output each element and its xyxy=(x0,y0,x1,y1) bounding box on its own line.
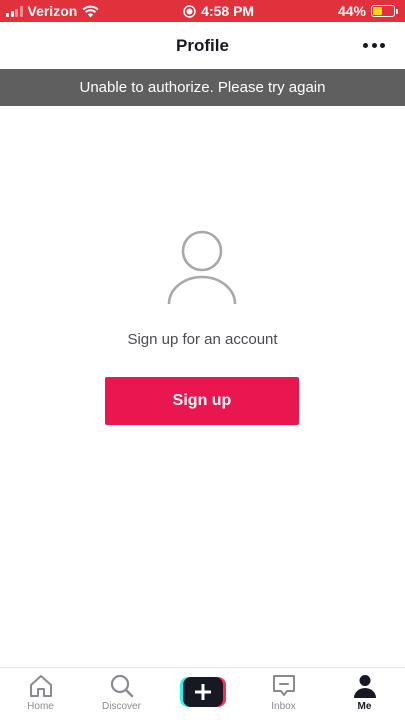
user-outline-icon xyxy=(167,230,237,305)
carrier-name: Verizon xyxy=(27,3,78,19)
signup-prompt: Sign up for an account xyxy=(127,331,278,348)
error-message: Unable to authorize. Please try again xyxy=(79,79,326,96)
nav-inbox-label: Inbox xyxy=(271,701,296,712)
plus-icon xyxy=(194,684,211,700)
recording-icon xyxy=(183,4,196,18)
nav-home-label: Home xyxy=(27,701,54,712)
bottom-nav: Home Discover Inbox Me xyxy=(0,667,405,720)
clock: 4:58 PM xyxy=(201,3,255,19)
wifi-icon xyxy=(82,5,99,17)
more-options-icon[interactable] xyxy=(363,38,385,52)
sign-up-button[interactable]: Sign up xyxy=(105,377,299,425)
ellipsis-dot xyxy=(363,42,368,48)
inbox-icon xyxy=(272,675,295,696)
status-center: 4:58 PM xyxy=(183,3,254,19)
ellipsis-dot xyxy=(371,42,377,48)
signal-icon xyxy=(6,5,23,17)
ellipsis-dot xyxy=(380,42,385,48)
nav-me-label: Me xyxy=(357,701,372,712)
create-button-core xyxy=(182,677,223,707)
nav-inbox[interactable]: Inbox xyxy=(243,668,324,720)
create-button[interactable] xyxy=(179,677,226,707)
nav-create[interactable] xyxy=(162,668,243,720)
status-bar: Verizon 4:58 PM 44% xyxy=(0,0,405,22)
nav-home[interactable]: Home xyxy=(0,668,81,720)
battery-percent: 44% xyxy=(337,3,366,19)
search-icon xyxy=(110,674,133,698)
nav-discover-label: Discover xyxy=(102,701,141,712)
nav-me[interactable]: Me xyxy=(324,668,405,720)
battery-icon xyxy=(371,5,398,17)
page-title: Profile xyxy=(176,35,229,55)
status-left: Verizon xyxy=(6,3,99,19)
person-icon xyxy=(353,675,376,698)
home-icon xyxy=(29,675,52,697)
header: Profile xyxy=(0,22,405,69)
battery-level xyxy=(373,7,382,15)
nav-discover[interactable]: Discover xyxy=(81,668,162,720)
status-right: 44% xyxy=(337,3,398,19)
error-banner: Unable to authorize. Please try again xyxy=(0,69,405,106)
